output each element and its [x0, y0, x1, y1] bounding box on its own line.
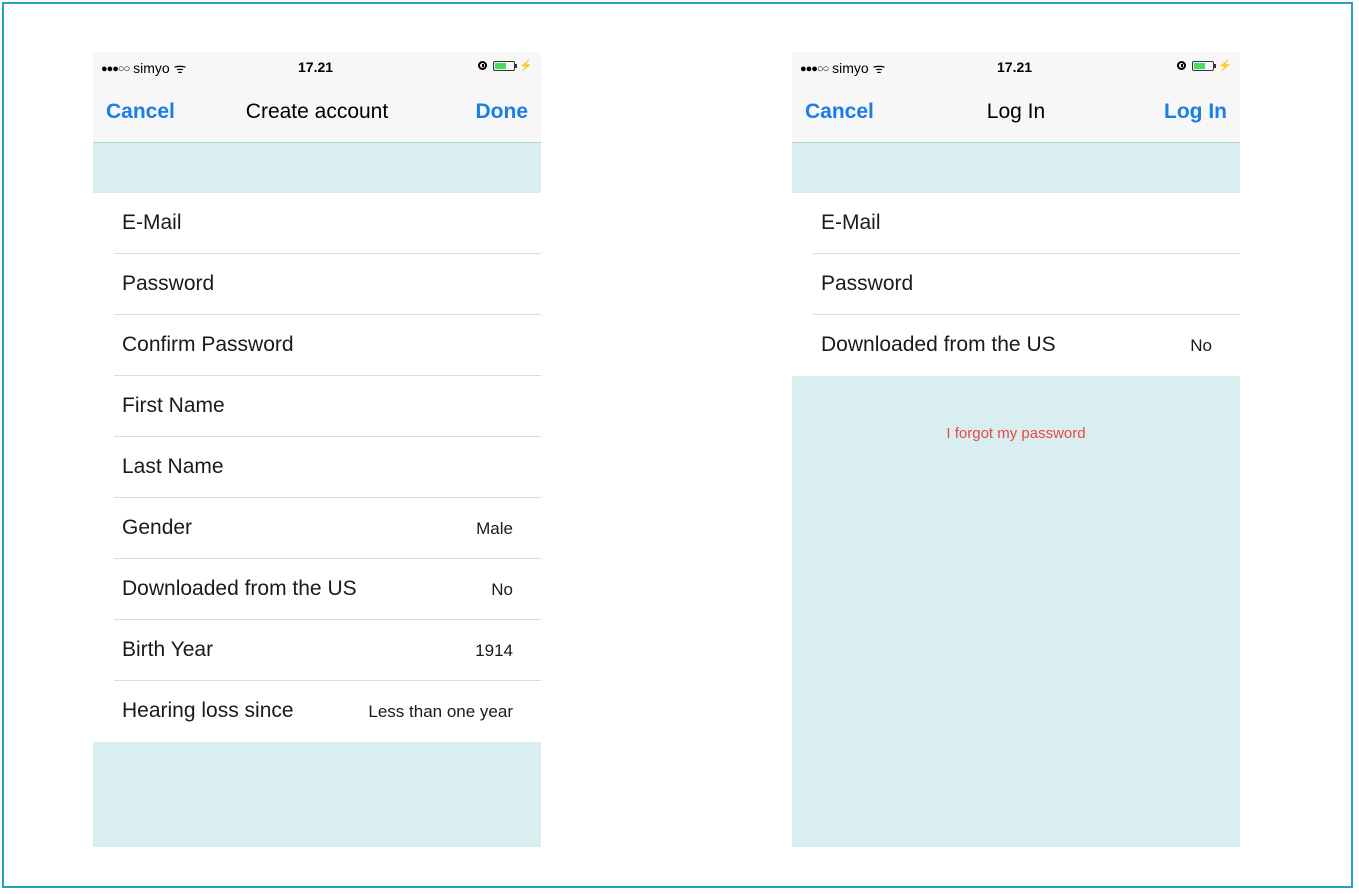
- page-title: Create account: [245, 100, 389, 123]
- carrier-name: simyo: [133, 60, 170, 76]
- password-field[interactable]: Password: [813, 254, 1240, 315]
- field-label: Password: [821, 272, 914, 295]
- field-label: First Name: [122, 394, 225, 417]
- navigation-bar: Cancel Create account Done: [93, 82, 541, 143]
- hearing-loss-since-selector[interactable]: Hearing loss since Less than one year: [114, 681, 541, 742]
- status-time: 17.21: [997, 59, 1033, 75]
- log-in-screen: ●●●○○ simyo ᯤ 17.21 ⚡ Cancel Log In Log …: [792, 52, 1240, 847]
- confirm-password-field[interactable]: Confirm Password: [114, 315, 541, 376]
- email-field[interactable]: E-Mail: [114, 193, 541, 254]
- alarm-clock-icon: [478, 61, 488, 70]
- last-name-field[interactable]: Last Name: [114, 437, 541, 498]
- field-label: Confirm Password: [122, 333, 294, 356]
- status-bar: ●●●○○ simyo ᯤ 17.21 ⚡: [792, 52, 1240, 82]
- birth-year-value: 1914: [475, 641, 513, 660]
- battery-icon: [493, 60, 518, 71]
- status-right: ⚡: [478, 59, 533, 72]
- field-label: Password: [122, 272, 215, 295]
- downloaded-from-us-selector[interactable]: Downloaded from the US No: [813, 315, 1240, 376]
- field-label: Hearing loss since: [122, 699, 294, 722]
- field-label: Birth Year: [122, 638, 214, 661]
- forgot-password-link[interactable]: I forgot my password: [792, 425, 1240, 442]
- charging-icon: ⚡: [519, 60, 533, 72]
- log-in-button[interactable]: Log In: [1164, 100, 1227, 124]
- signal-strength-icon: ●●●○○: [101, 63, 130, 75]
- battery-icon: [1192, 60, 1217, 71]
- email-field[interactable]: E-Mail: [813, 193, 1240, 254]
- carrier-info: ●●●○○ simyo ᯤ: [800, 59, 885, 78]
- field-label: Downloaded from the US: [821, 333, 1056, 356]
- charging-icon: ⚡: [1218, 60, 1232, 72]
- carrier-info: ●●●○○ simyo ᯤ: [101, 59, 186, 78]
- field-label: E-Mail: [122, 211, 182, 234]
- status-time: 17.21: [298, 59, 334, 75]
- downloaded-from-us-selector[interactable]: Downloaded from the US No: [114, 559, 541, 620]
- create-account-form: E-Mail Password Confirm Password First N…: [93, 193, 541, 742]
- downloaded-from-us-value: No: [1190, 336, 1212, 355]
- gender-selector[interactable]: Gender Male: [114, 498, 541, 559]
- signal-strength-icon: ●●●○○: [800, 63, 829, 75]
- wifi-icon: ᯤ: [173, 60, 187, 76]
- field-label: Last Name: [122, 455, 224, 478]
- password-field[interactable]: Password: [114, 254, 541, 315]
- gender-value: Male: [476, 519, 513, 538]
- log-in-form: E-Mail Password Downloaded from the US N…: [792, 193, 1240, 376]
- create-account-screen: ●●●○○ simyo ᯤ 17.21 ⚡ Cancel Create acco…: [93, 52, 541, 847]
- downloaded-from-us-value: No: [491, 580, 513, 599]
- done-button[interactable]: Done: [476, 100, 529, 124]
- field-label: E-Mail: [821, 211, 881, 234]
- wifi-icon: ᯤ: [872, 60, 886, 76]
- carrier-name: simyo: [832, 60, 869, 76]
- status-bar: ●●●○○ simyo ᯤ 17.21 ⚡: [93, 52, 541, 82]
- hearing-loss-value: Less than one year: [368, 702, 513, 721]
- navigation-bar: Cancel Log In Log In: [792, 82, 1240, 143]
- birth-year-selector[interactable]: Birth Year 1914: [114, 620, 541, 681]
- status-right: ⚡: [1177, 59, 1232, 72]
- alarm-clock-icon: [1177, 61, 1187, 70]
- field-label: Gender: [122, 516, 193, 539]
- field-label: Downloaded from the US: [122, 577, 357, 600]
- first-name-field[interactable]: First Name: [114, 376, 541, 437]
